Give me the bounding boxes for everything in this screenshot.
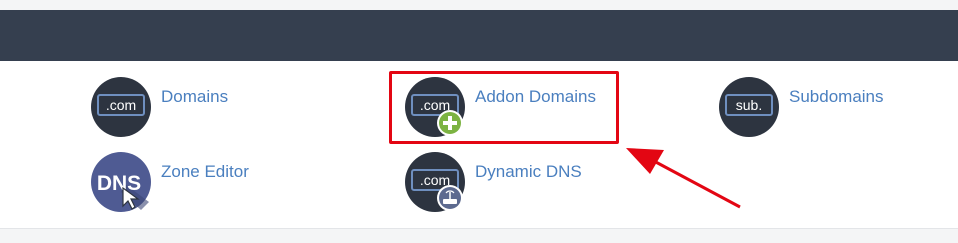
top-strip <box>0 0 958 10</box>
addon-domains-link[interactable]: .com Addon Domains <box>405 77 596 137</box>
zone-editor-label: Zone Editor <box>161 162 249 181</box>
zone-editor-icon-text: DNS <box>97 172 141 195</box>
dynamic-dns-icon: .com <box>405 152 465 212</box>
domains-panel-header[interactable] <box>0 10 958 61</box>
zone-editor-link[interactable]: DNS Zone Editor <box>91 152 249 212</box>
subdomains-icon-text: sub. <box>736 97 762 113</box>
router-icon <box>443 199 457 204</box>
subdomains-link[interactable]: sub. Subdomains <box>719 77 884 137</box>
domains-icon-text: .com <box>106 97 136 113</box>
dynamic-dns-link[interactable]: .com Dynamic DNS <box>405 152 582 212</box>
domains-label: Domains <box>161 87 229 106</box>
addon-domains-icon: .com <box>405 77 465 137</box>
addon-domains-icon-text: .com <box>420 97 450 113</box>
domains-panel-body: .com Domains .com Addon Domains sub. Sub… <box>0 61 958 229</box>
domains-icon: .com <box>91 77 151 137</box>
subdomains-icon: sub. <box>719 77 779 137</box>
domains-link[interactable]: .com Domains <box>91 77 228 137</box>
dynamic-dns-icon-text: .com <box>420 172 450 188</box>
addon-domains-label: Addon Domains <box>475 87 596 106</box>
subdomains-label: Subdomains <box>789 87 884 106</box>
zone-editor-icon: DNS <box>91 152 151 212</box>
dynamic-dns-label: Dynamic DNS <box>475 162 582 181</box>
